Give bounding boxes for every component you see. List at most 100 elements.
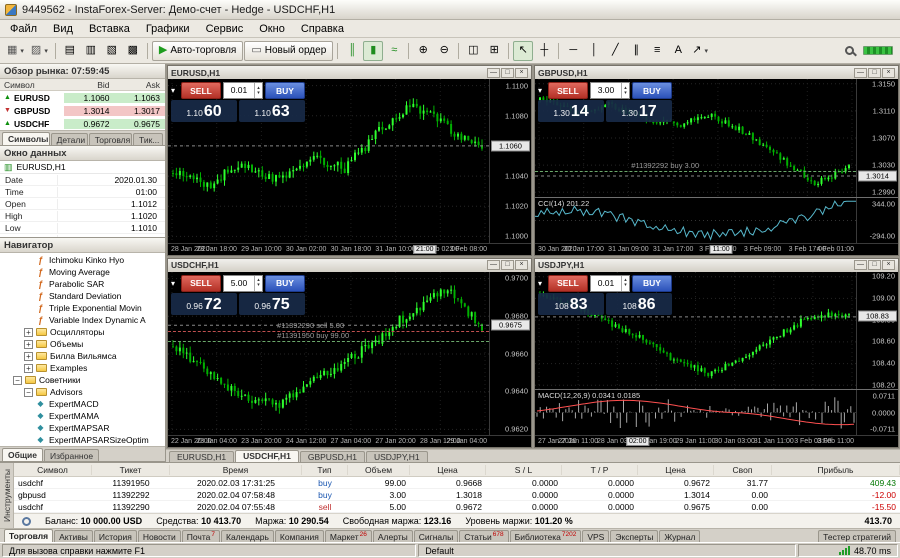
title-bar[interactable]: 9449562 - InstaForex-Server: Демо-счет -… — [0, 0, 900, 20]
spin-down-icon[interactable]: ▾ — [257, 91, 260, 96]
navigator-item[interactable]: +Examples — [0, 362, 165, 374]
menu-item[interactable]: Сервис — [198, 22, 252, 36]
indicator-subwindow[interactable]: CCI(14) 201.22344.00-294.00 — [535, 197, 898, 243]
lot-size-input[interactable]: 3.00 ▴▾ — [590, 82, 630, 99]
navigator-item[interactable]: +Объемы — [0, 338, 165, 350]
menu-item[interactable]: Окно — [251, 22, 293, 36]
navigator-item[interactable]: ƒVariable Index Dynamic A — [0, 314, 165, 326]
chart-tab[interactable]: GBPUSD,H1 — [300, 451, 365, 462]
buy-button[interactable]: BUY — [265, 82, 305, 99]
market-watch-caption[interactable]: Обзор рынка: 07:59:45 — [0, 64, 165, 79]
terminal-tab[interactable]: Календарь — [221, 530, 274, 542]
navigator-item[interactable]: −Advisors — [0, 386, 165, 398]
terminal-column-header[interactable]: Тикет — [92, 465, 170, 475]
chart-plot-area[interactable]: 1.11001.10801.10601.10401.10201.10001.10… — [168, 79, 531, 243]
trade-row[interactable]: gbpusd113922922020.02.04 07:58:48buy3.00… — [14, 489, 900, 501]
terminal-column-header[interactable]: Цена — [410, 465, 486, 475]
terminal-tab[interactable]: Алерты — [373, 530, 413, 542]
navigator-tab[interactable]: Избранное — [44, 449, 99, 461]
spin-down-icon[interactable]: ▾ — [257, 283, 260, 288]
trendline-button[interactable]: ╱ — [605, 41, 625, 61]
chart-titlebar[interactable]: USDJPY,H1 — □ × — [535, 259, 898, 272]
menu-item[interactable]: Справка — [293, 22, 352, 36]
chart-minimize-button[interactable]: — — [854, 68, 867, 78]
navigator-item[interactable]: ƒParabolic SAR — [0, 278, 165, 290]
chart-plot-area[interactable]: 109.20109.00108.80108.60108.40108.20108.… — [535, 272, 898, 390]
chart-restore-button[interactable]: □ — [501, 68, 514, 78]
market-watch-tab[interactable]: Символы — [2, 132, 50, 145]
connection-meter[interactable] — [860, 41, 896, 61]
terminal-tab[interactable]: Компания — [275, 530, 324, 542]
search-button[interactable] — [839, 41, 859, 61]
market-watch-tab[interactable]: Торговля — [89, 133, 132, 145]
spin-down-icon[interactable]: ▾ — [624, 283, 627, 288]
terminal-tab[interactable]: Библиотека7202 — [510, 530, 582, 542]
collapse-widget-icon[interactable]: ▾ — [171, 86, 179, 95]
lot-spinner[interactable]: ▴▾ — [621, 276, 629, 291]
column-ask[interactable]: Ask — [115, 80, 166, 90]
toolbox-strip[interactable]: Инструменты — [0, 463, 14, 528]
terminal-tab[interactable]: Активы — [54, 530, 93, 542]
terminal-tab[interactable]: Журнал — [659, 530, 700, 542]
buy-price-display[interactable]: 1.3017 — [606, 100, 672, 122]
navigator-item[interactable]: ◆ExpertMAPSARSizeOptim — [0, 434, 165, 446]
terminal-tab[interactable]: История — [94, 530, 137, 542]
lot-size-input[interactable]: 0.01 ▴▾ — [590, 275, 630, 292]
lot-spinner[interactable]: ▴▾ — [621, 83, 629, 98]
terminal-tab[interactable]: Маркет26 — [325, 530, 372, 542]
chart-minimize-button[interactable]: — — [487, 260, 500, 270]
navigator-item[interactable]: ƒMoving Average — [0, 266, 165, 278]
trade-row[interactable]: usdchf113919502020.02.03 17:31:25buy99.0… — [14, 477, 900, 489]
terminal-column-header[interactable]: Своп — [714, 465, 772, 475]
algo-trading-button[interactable]: ▶Авто-торговля — [152, 41, 244, 61]
terminal-column-header[interactable]: Цена — [638, 465, 714, 475]
navigator-item[interactable]: ◆ExpertMAPSAR — [0, 422, 165, 434]
navigator-item[interactable]: ƒIchimoku Kinko Hyo — [0, 254, 165, 266]
expand-plus-icon[interactable]: + — [24, 328, 33, 337]
chart-close-button[interactable]: × — [515, 68, 528, 78]
chart-titlebar[interactable]: GBPUSD,H1 — □ × — [535, 66, 898, 79]
chart-tab[interactable]: USDCHF,H1 — [235, 450, 299, 462]
menu-item[interactable]: Вставка — [81, 22, 138, 36]
collapse-widget-icon[interactable]: ▾ — [538, 279, 546, 288]
equidistant-channel-button[interactable]: ∥ — [626, 41, 646, 61]
terminal-tab[interactable]: Статьи678 — [459, 530, 508, 542]
terminal-column-header[interactable]: T / P — [562, 465, 638, 475]
buy-price-display[interactable]: 0.9675 — [239, 293, 305, 315]
terminal-tab[interactable]: Сигналы — [414, 530, 458, 542]
column-bid[interactable]: Bid — [64, 80, 115, 90]
terminal-column-header[interactable]: Тип — [302, 465, 348, 475]
market-watch-row[interactable]: ▼GBPUSD1.30141.3017 — [0, 104, 165, 117]
zoom-in-button[interactable]: ⊕ — [413, 41, 433, 61]
status-profile[interactable]: Default — [418, 544, 796, 557]
sell-button[interactable]: SELL — [181, 82, 221, 99]
chart-tab[interactable]: EURUSD,H1 — [169, 451, 234, 462]
auto-arrange-button[interactable]: ⊞ — [484, 41, 504, 61]
expand-plus-icon[interactable]: + — [24, 340, 33, 349]
profiles-button[interactable]: ▨▾ — [28, 41, 51, 61]
terminal-column-header[interactable]: Объем — [348, 465, 410, 475]
menu-item[interactable]: Графики — [138, 22, 198, 36]
candles-button[interactable]: ▮ — [363, 41, 383, 61]
terminal-tab[interactable]: Эксперты — [610, 530, 658, 542]
buy-button[interactable]: BUY — [632, 82, 672, 99]
connection-status[interactable]: 48.70 ms — [798, 544, 898, 557]
sell-button[interactable]: SELL — [548, 275, 588, 292]
sell-price-display[interactable]: 1.1060 — [171, 100, 237, 122]
terminal-column-header[interactable]: Символ — [14, 465, 92, 475]
crosshair-button[interactable]: ┼ — [534, 41, 554, 61]
navigator-toggle[interactable]: ▧ — [102, 41, 122, 61]
data-window-toggle[interactable]: ▥ — [81, 41, 101, 61]
chart-restore-button[interactable]: □ — [501, 260, 514, 270]
sell-price-display[interactable]: 1.3014 — [538, 100, 604, 122]
text-button[interactable]: A — [668, 41, 688, 61]
buy-button[interactable]: BUY — [265, 275, 305, 292]
data-window-caption[interactable]: Окно данных — [0, 146, 165, 161]
cursor-button[interactable]: ↖ — [513, 41, 533, 61]
line-chart-button[interactable]: ≈ — [384, 41, 404, 61]
menu-item[interactable]: Файл — [2, 22, 45, 36]
expand-plus-icon[interactable]: + — [24, 364, 33, 373]
fibonacci-button[interactable]: ≡ — [647, 41, 667, 61]
navigator-item[interactable]: ◆ExpertMAMA — [0, 410, 165, 422]
buy-price-display[interactable]: 1.1063 — [239, 100, 305, 122]
